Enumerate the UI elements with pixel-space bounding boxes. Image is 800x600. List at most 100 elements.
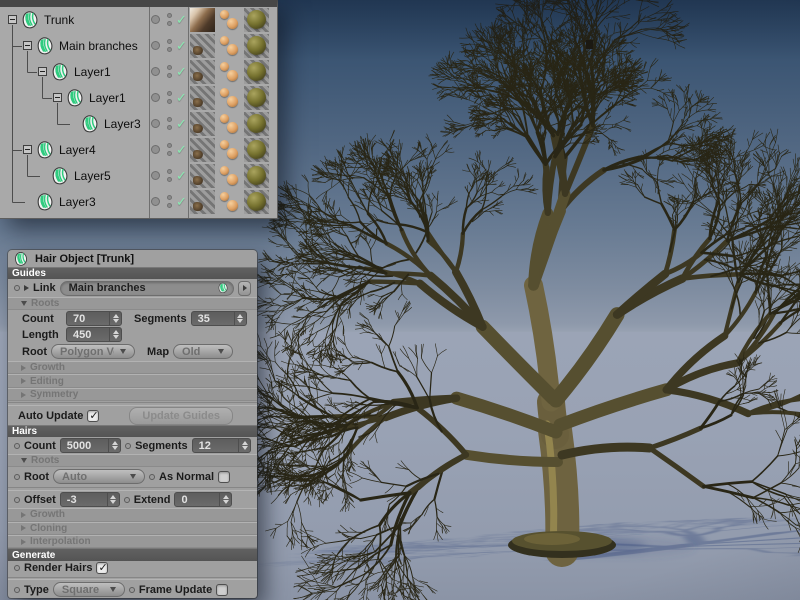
material-preview-sphere[interactable] bbox=[244, 8, 269, 32]
parameter-dot-icon[interactable] bbox=[14, 497, 20, 503]
subsection-hairs-interpolation[interactable]: Interpolation bbox=[8, 535, 257, 548]
texture-tag[interactable] bbox=[190, 138, 215, 162]
enable-checkmark-icon[interactable]: ✓ bbox=[176, 116, 187, 132]
subsection-guides-growth[interactable]: Growth bbox=[8, 361, 257, 374]
visibility-dot-top[interactable] bbox=[167, 91, 172, 96]
subsection-guides-editing[interactable]: Editing bbox=[8, 374, 257, 387]
editor-visibility-dot[interactable] bbox=[151, 119, 160, 128]
hairs-extend-input[interactable]: 0 bbox=[174, 492, 232, 507]
spinner-arrows-icon[interactable] bbox=[107, 493, 119, 506]
material-preview-sphere[interactable] bbox=[244, 86, 269, 110]
visibility-dot-bottom[interactable] bbox=[167, 177, 172, 182]
expand-arrow-icon[interactable] bbox=[24, 285, 29, 291]
section-header-hairs[interactable]: Hairs bbox=[8, 425, 257, 437]
texture-tag[interactable] bbox=[190, 190, 215, 214]
visibility-dot-bottom[interactable] bbox=[167, 203, 172, 208]
enable-checkmark-icon[interactable]: ✓ bbox=[176, 12, 187, 28]
material-tags[interactable] bbox=[217, 8, 242, 32]
object-row-layer1[interactable]: Layer1 ✓ bbox=[0, 59, 277, 85]
spinner-arrows-icon[interactable] bbox=[234, 312, 246, 325]
section-header-generate[interactable]: Generate bbox=[8, 548, 257, 560]
editor-visibility-dot[interactable] bbox=[151, 93, 160, 102]
enable-checkmark-icon[interactable]: ✓ bbox=[176, 168, 187, 184]
spinner-arrows-icon[interactable] bbox=[109, 312, 121, 325]
guides-segments-input[interactable]: 35 bbox=[191, 311, 247, 326]
expander-minus-icon[interactable] bbox=[53, 93, 62, 102]
editor-visibility-dot[interactable] bbox=[151, 145, 160, 154]
parameter-dot-icon[interactable] bbox=[14, 474, 20, 480]
texture-tag[interactable] bbox=[190, 60, 215, 84]
parameter-dot-icon[interactable] bbox=[14, 443, 20, 449]
visibility-dot-bottom[interactable] bbox=[167, 47, 172, 52]
visibility-dot-bottom[interactable] bbox=[167, 99, 172, 104]
object-row-trunk[interactable]: Trunk ✓ bbox=[0, 7, 277, 33]
editor-visibility-dot[interactable] bbox=[151, 197, 160, 206]
subsection-hairs-growth[interactable]: Growth bbox=[8, 508, 257, 521]
subsection-guides-roots[interactable]: Roots bbox=[8, 297, 257, 310]
parameter-dot-icon[interactable] bbox=[149, 474, 155, 480]
expander-minus-icon[interactable] bbox=[8, 15, 17, 24]
enable-checkmark-icon[interactable]: ✓ bbox=[176, 64, 187, 80]
parameter-dot-icon[interactable] bbox=[124, 497, 130, 503]
object-row-layer1-nested[interactable]: Layer1 ✓ bbox=[0, 85, 277, 111]
material-tags[interactable] bbox=[217, 34, 242, 58]
texture-tag[interactable] bbox=[190, 164, 215, 188]
visibility-dot-bottom[interactable] bbox=[167, 151, 172, 156]
enable-checkmark-icon[interactable]: ✓ bbox=[176, 90, 187, 106]
material-tags[interactable] bbox=[217, 138, 242, 162]
material-preview-sphere[interactable] bbox=[244, 190, 269, 214]
editor-visibility-dot[interactable] bbox=[151, 41, 160, 50]
visibility-dot-top[interactable] bbox=[167, 169, 172, 174]
hairs-offset-input[interactable]: -3 bbox=[60, 492, 120, 507]
hairs-segments-input[interactable]: 12 bbox=[192, 438, 251, 453]
material-preview-sphere[interactable] bbox=[244, 164, 269, 188]
guides-root-dropdown[interactable]: Polygon Vertex bbox=[51, 344, 135, 359]
hairs-root-dropdown[interactable]: Auto bbox=[53, 469, 145, 484]
object-row-layer4[interactable]: Layer4 ✓ bbox=[0, 137, 277, 163]
editor-visibility-dot[interactable] bbox=[151, 15, 160, 24]
texture-tag[interactable] bbox=[190, 8, 215, 32]
spinner-arrows-icon[interactable] bbox=[219, 493, 231, 506]
guides-map-dropdown[interactable]: Old bbox=[173, 344, 233, 359]
expander-minus-icon[interactable] bbox=[23, 145, 32, 154]
material-preview-sphere[interactable] bbox=[244, 138, 269, 162]
auto-update-checkbox[interactable] bbox=[87, 410, 99, 422]
expander-minus-icon[interactable] bbox=[23, 41, 32, 50]
texture-tag[interactable] bbox=[190, 86, 215, 110]
visibility-dot-top[interactable] bbox=[167, 13, 172, 18]
visibility-dot-bottom[interactable] bbox=[167, 21, 172, 26]
visibility-dot-bottom[interactable] bbox=[167, 73, 172, 78]
visibility-dot-top[interactable] bbox=[167, 195, 172, 200]
material-tags[interactable] bbox=[217, 190, 242, 214]
object-row-layer3[interactable]: Layer3 ✓ bbox=[0, 189, 277, 215]
hairs-count-input[interactable]: 5000 bbox=[60, 438, 121, 453]
material-tags[interactable] bbox=[217, 112, 242, 136]
material-preview-sphere[interactable] bbox=[244, 112, 269, 136]
parameter-dot-icon[interactable] bbox=[129, 587, 135, 593]
parameter-dot-icon[interactable] bbox=[14, 285, 20, 291]
enable-checkmark-icon[interactable]: ✓ bbox=[176, 142, 187, 158]
type-dropdown[interactable]: Square bbox=[53, 582, 125, 597]
enable-checkmark-icon[interactable]: ✓ bbox=[176, 38, 187, 54]
expander-minus-icon[interactable] bbox=[38, 67, 47, 76]
editor-visibility-dot[interactable] bbox=[151, 67, 160, 76]
update-guides-button[interactable]: Update Guides bbox=[129, 407, 233, 425]
link-picker-button[interactable] bbox=[238, 281, 251, 296]
material-tags[interactable] bbox=[217, 164, 242, 188]
object-row-layer5[interactable]: Layer5 ✓ bbox=[0, 163, 277, 189]
material-preview-sphere[interactable] bbox=[244, 34, 269, 58]
object-row-main-branches[interactable]: Main branches ✓ bbox=[0, 33, 277, 59]
render-hairs-checkbox[interactable] bbox=[96, 562, 108, 574]
visibility-dot-top[interactable] bbox=[167, 143, 172, 148]
texture-tag[interactable] bbox=[190, 112, 215, 136]
visibility-dot-top[interactable] bbox=[167, 39, 172, 44]
subsection-hairs-cloning[interactable]: Cloning bbox=[8, 522, 257, 535]
object-row-layer3-deep[interactable]: Layer3 ✓ bbox=[0, 111, 277, 137]
visibility-dot-bottom[interactable] bbox=[167, 125, 172, 130]
parameter-dot-icon[interactable] bbox=[14, 565, 20, 571]
spinner-arrows-icon[interactable] bbox=[238, 439, 250, 452]
parameter-dot-icon[interactable] bbox=[125, 443, 131, 449]
link-field[interactable]: Main branches bbox=[60, 281, 234, 296]
visibility-dot-top[interactable] bbox=[167, 65, 172, 70]
subsection-guides-symmetry[interactable]: Symmetry bbox=[8, 388, 257, 401]
